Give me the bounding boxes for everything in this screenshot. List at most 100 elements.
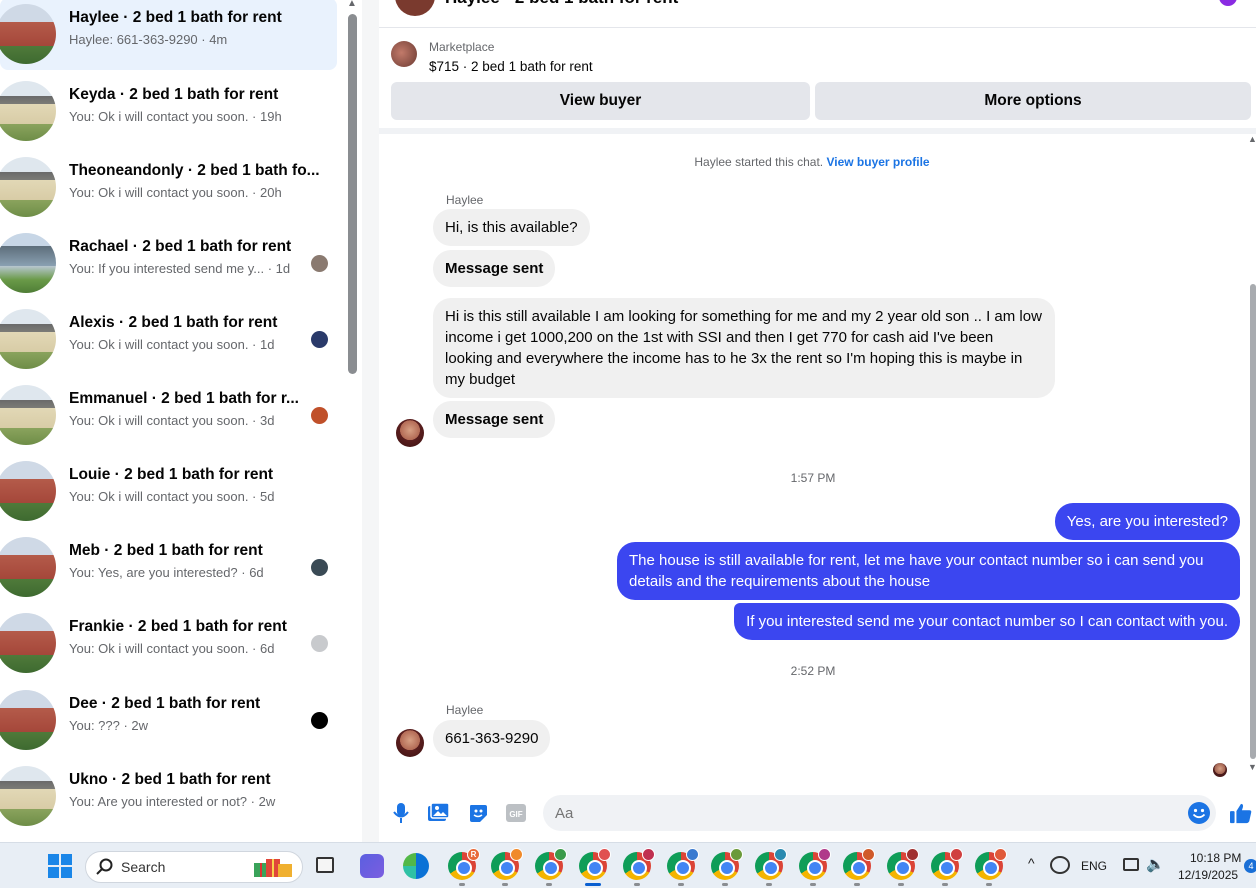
running-indicator xyxy=(634,883,640,886)
chrome-profile-icon[interactable] xyxy=(887,848,919,880)
chrome-profile-icon[interactable]: R xyxy=(448,848,480,880)
message-sent-bubble[interactable]: Message sent xyxy=(433,401,556,438)
running-indicator xyxy=(459,883,465,886)
conversation-name: Haylee · 2 bed 1 bath for rent xyxy=(69,9,282,26)
sidebar-scrollbar-thumb[interactable] xyxy=(348,14,357,374)
conversation-preview: You: Ok i will contact you soon. · 19h xyxy=(69,109,282,124)
more-options-button[interactable]: More options xyxy=(815,82,1251,120)
conversation-item[interactable]: Frankie · 2 bed 1 bath for rent You: Ok i… xyxy=(0,607,337,679)
photo-icon[interactable] xyxy=(428,802,450,824)
conversation-preview: You: If you interested send me y... · 1d xyxy=(69,261,291,276)
notification-badge[interactable]: 4 xyxy=(1244,859,1256,873)
search-icon xyxy=(96,858,114,881)
chrome-profile-icon[interactable] xyxy=(755,848,787,880)
chat-scroll-up-icon[interactable]: ▲ xyxy=(1248,134,1256,144)
conversation-item[interactable]: Ukno · 2 bed 1 bath for rent You: Are you… xyxy=(0,760,337,832)
chrome-profile-icon[interactable] xyxy=(975,848,1007,880)
conversation-preview: Haylee: 661-363-9290 · 4m xyxy=(69,32,228,47)
volume-icon[interactable]: 🔈 xyxy=(1146,855,1165,873)
meet-icon[interactable] xyxy=(360,854,384,878)
seen-avatar xyxy=(311,559,328,576)
listing-thumbnail xyxy=(0,537,56,597)
conversation-item[interactable]: Meb · 2 bed 1 bath for rent You: Yes, are… xyxy=(0,531,337,603)
conversation-preview: You: Yes, are you interested? · 6d xyxy=(69,565,264,580)
language-indicator[interactable]: ENG xyxy=(1081,859,1107,873)
sender-avatar[interactable] xyxy=(396,729,424,757)
outgoing-message[interactable]: The house is still available for rent, l… xyxy=(617,542,1240,600)
conversation-item[interactable]: Haylee · 2 bed 1 bath for rent Haylee: 66… xyxy=(0,0,337,70)
view-buyer-button[interactable]: View buyer xyxy=(391,82,810,120)
conversation-item[interactable]: Emmanuel · 2 bed 1 bath for r... You: Ok … xyxy=(0,379,337,451)
windows-start-icon[interactable] xyxy=(48,854,72,878)
conversation-item[interactable]: Theoneandonly · 2 bed 1 bath fo... You: O… xyxy=(0,151,337,223)
sender-name: Haylee xyxy=(446,193,484,207)
network-icon[interactable] xyxy=(1123,858,1139,871)
running-indicator xyxy=(766,883,772,886)
conversation-item[interactable]: Alexis · 2 bed 1 bath for rent You: Ok i … xyxy=(0,303,337,375)
chat-header-title[interactable]: Haylee · 2 bed 1 bath for rent xyxy=(445,0,678,8)
incoming-message[interactable]: Hi is this still available I am looking … xyxy=(433,298,1055,398)
conversation-preview: You: Ok i will contact you soon. · 20h xyxy=(69,185,282,200)
message-input[interactable] xyxy=(543,795,1216,831)
read-receipt-avatar xyxy=(1213,763,1227,777)
chrome-profile-icon[interactable] xyxy=(491,848,523,880)
chrome-profile-icon[interactable] xyxy=(931,848,963,880)
chrome-profile-icon[interactable] xyxy=(623,848,655,880)
listing-thumbnail xyxy=(0,233,56,293)
listing-thumbnail xyxy=(0,4,56,64)
clock-date[interactable]: 12/19/2025 xyxy=(1178,868,1238,882)
listing-thumbnail xyxy=(391,41,417,67)
conversation-name: Alexis · 2 bed 1 bath for rent xyxy=(69,314,278,331)
listing-title[interactable]: $715 · 2 bed 1 bath for rent xyxy=(429,59,593,74)
conversation-preview: You: Ok i will contact you soon. · 3d xyxy=(69,413,275,428)
incoming-message[interactable]: Hi, is this available? xyxy=(433,209,590,246)
chrome-profile-icon-active[interactable] xyxy=(579,848,611,880)
conversation-name: Frankie · 2 bed 1 bath for rent xyxy=(69,618,287,635)
listing-thumbnail xyxy=(0,157,56,217)
view-buyer-profile-link[interactable]: View buyer profile xyxy=(826,155,929,169)
sync-icon[interactable] xyxy=(1050,856,1070,874)
chat-scrollbar-thumb[interactable] xyxy=(1250,284,1256,759)
running-indicator xyxy=(854,883,860,886)
gift-icon xyxy=(252,855,296,884)
thumbs-up-icon[interactable] xyxy=(1230,802,1252,824)
seen-avatar xyxy=(311,255,328,272)
conversation-item[interactable]: Rachael · 2 bed 1 bath for rent You: If y… xyxy=(0,227,337,299)
listing-thumbnail xyxy=(0,613,56,673)
conversation-item[interactable]: Dee · 2 bed 1 bath for rent You: ??? · 2w xyxy=(0,684,337,756)
conversation-name: Louie · 2 bed 1 bath for rent xyxy=(69,466,274,483)
outgoing-message[interactable]: Yes, are you interested? xyxy=(1054,503,1240,540)
listing-thumbnail xyxy=(0,690,56,750)
running-indicator xyxy=(546,883,552,886)
running-indicator xyxy=(942,883,948,886)
chrome-profile-icon[interactable] xyxy=(799,848,831,880)
sender-avatar[interactable] xyxy=(396,419,424,447)
microphone-icon[interactable] xyxy=(390,802,412,824)
sticker-icon[interactable] xyxy=(467,802,489,824)
chevron-up-icon[interactable]: ^ xyxy=(1028,855,1035,871)
sidebar-scroll-up-icon[interactable]: ▲ xyxy=(347,0,357,9)
seen-avatar xyxy=(311,331,328,348)
incoming-message[interactable]: 661-363-9290 xyxy=(433,720,551,757)
chrome-profile-icon[interactable] xyxy=(711,848,743,880)
edge-icon[interactable] xyxy=(403,853,429,879)
conversation-item[interactable]: Louie · 2 bed 1 bath for rent You: Ok i w… xyxy=(0,455,337,527)
chat-scroll-down-icon[interactable]: ▼ xyxy=(1248,762,1256,772)
chat-header-options-icon[interactable] xyxy=(1219,0,1237,6)
task-view-icon[interactable] xyxy=(316,857,334,873)
outgoing-message[interactable]: If you interested send me your contact n… xyxy=(734,603,1240,640)
message-sent-bubble[interactable]: Message sent xyxy=(433,250,556,287)
taskbar-search-box[interactable]: Search xyxy=(85,851,303,883)
windows-taskbar: Search R ^ ENG 🔈 10:18 PM 12/19/2025 4 xyxy=(0,842,1256,888)
emoji-icon[interactable] xyxy=(1188,802,1210,824)
marketplace-label: Marketplace xyxy=(429,40,495,54)
chat-header-avatar[interactable] xyxy=(395,0,435,16)
chrome-profile-icon[interactable] xyxy=(843,848,875,880)
conversation-preview: You: Are you interested or not? · 2w xyxy=(69,794,276,809)
conversation-item[interactable]: Keyda · 2 bed 1 bath for rent You: Ok i w… xyxy=(0,75,337,147)
clock-time[interactable]: 10:18 PM xyxy=(1190,851,1241,865)
chrome-profile-icon[interactable] xyxy=(535,848,567,880)
running-indicator xyxy=(810,883,816,886)
gif-icon[interactable]: GIF xyxy=(505,802,527,824)
chrome-profile-icon[interactable] xyxy=(667,848,699,880)
